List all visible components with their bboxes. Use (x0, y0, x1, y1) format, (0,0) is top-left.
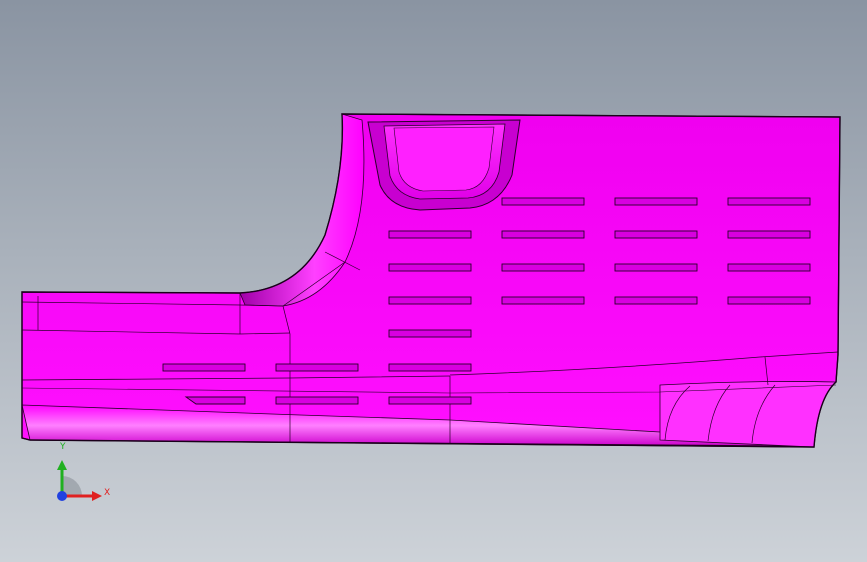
sheet-metal-part[interactable] (21, 113, 841, 448)
slot (388, 230, 472, 239)
slot (727, 263, 811, 272)
y-axis-arrow-icon (57, 460, 67, 470)
slot (614, 197, 698, 206)
slot (162, 363, 246, 372)
y-axis-label: Y (60, 442, 66, 452)
slot (614, 296, 698, 305)
slot (501, 230, 585, 239)
slot (727, 296, 811, 305)
slot (501, 296, 585, 305)
x-axis-label: X (104, 488, 111, 498)
right-corner-surface (659, 381, 838, 448)
slot (614, 263, 698, 272)
slot (388, 296, 472, 305)
z-axis-dot (57, 491, 67, 501)
slot (727, 197, 811, 206)
slot (388, 329, 472, 338)
slot (388, 263, 472, 272)
slot (388, 363, 472, 372)
slot (614, 230, 698, 239)
coordinate-triad: Y X (44, 438, 124, 518)
x-axis-arrow-icon (92, 491, 102, 501)
slot-tapered (184, 396, 246, 405)
graphics-viewport[interactable]: Y X (0, 0, 867, 562)
slot (388, 396, 472, 405)
slot (727, 230, 811, 239)
slot (275, 396, 359, 405)
triad-graphic (57, 460, 102, 501)
top-pocket-floor (393, 126, 495, 192)
slot (501, 197, 585, 206)
slot (275, 363, 359, 372)
slot (501, 263, 585, 272)
model-canvas[interactable] (0, 0, 867, 562)
